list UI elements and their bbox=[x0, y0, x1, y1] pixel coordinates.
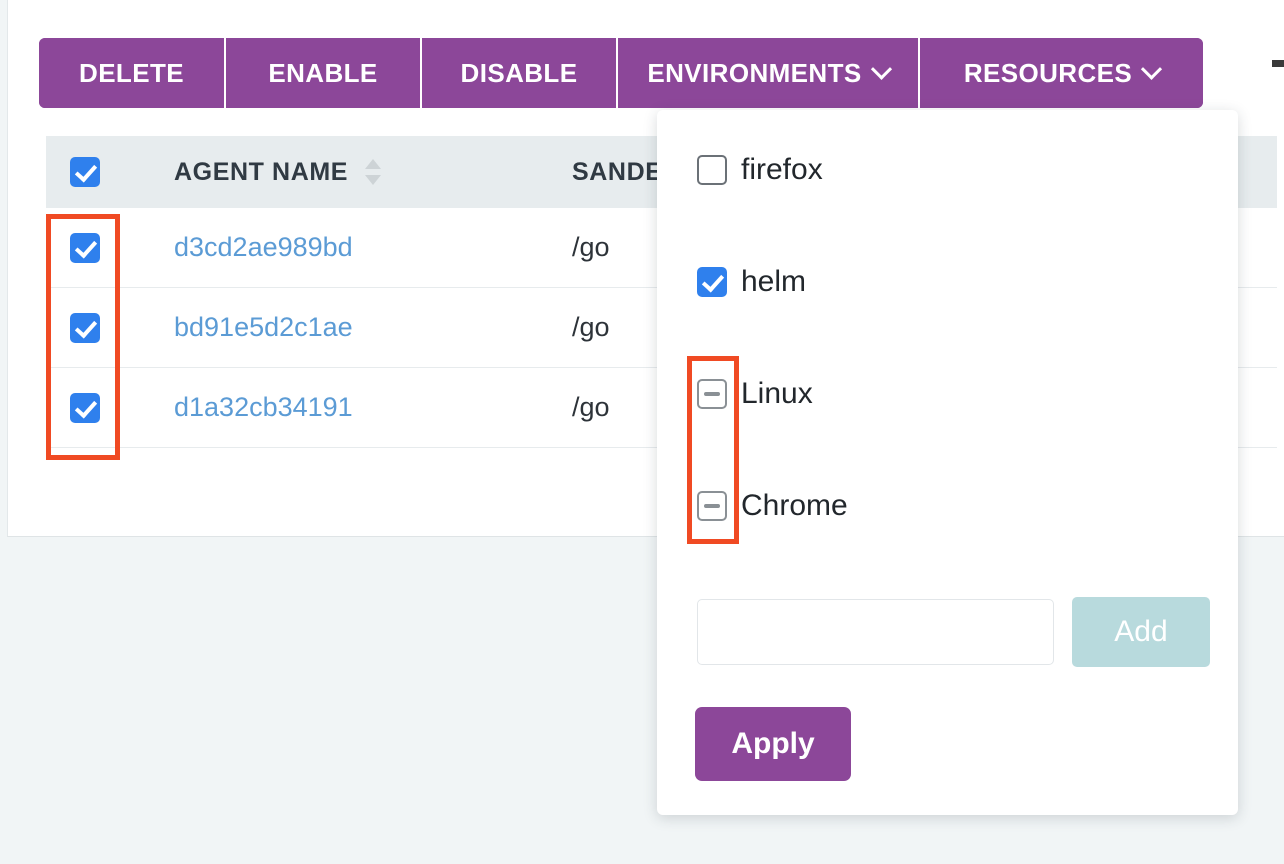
linux-label: Linux bbox=[741, 377, 813, 411]
agent-name-cell: bd91e5d2c1ae bbox=[174, 312, 572, 343]
add-environment-row: Add bbox=[697, 597, 1210, 667]
agent-name-header-cell[interactable]: AGENT NAME bbox=[174, 158, 572, 187]
sandbox-header-label: SANDE bbox=[572, 158, 663, 187]
sandbox-value: /go bbox=[572, 312, 610, 342]
delete-button[interactable]: DELETE bbox=[39, 38, 226, 108]
offscreen-edge-marker bbox=[1272, 60, 1284, 67]
resources-dropdown-button[interactable]: RESOURCES bbox=[920, 38, 1203, 108]
resources-button-label: RESOURCES bbox=[964, 58, 1132, 89]
helm-checkbox[interactable] bbox=[697, 267, 727, 297]
environments-dropdown-panel: firefox helm Linux Chrome Add Apply bbox=[657, 110, 1238, 815]
environments-button-label: ENVIRONMENTS bbox=[647, 58, 861, 89]
row-select-cell bbox=[46, 393, 174, 423]
agent-name-link[interactable]: d1a32cb34191 bbox=[174, 392, 353, 422]
add-environment-button[interactable]: Add bbox=[1072, 597, 1210, 667]
row-checkbox[interactable] bbox=[70, 313, 100, 343]
row-checkbox[interactable] bbox=[70, 233, 100, 263]
agent-name-link[interactable]: bd91e5d2c1ae bbox=[174, 312, 353, 342]
environments-dropdown-button[interactable]: ENVIRONMENTS bbox=[618, 38, 920, 108]
apply-button[interactable]: Apply bbox=[695, 707, 851, 781]
row-checkbox[interactable] bbox=[70, 393, 100, 423]
agent-name-cell: d3cd2ae989bd bbox=[174, 232, 572, 263]
sort-icon[interactable] bbox=[365, 159, 381, 185]
chrome-label: Chrome bbox=[741, 489, 848, 523]
firefox-label: firefox bbox=[741, 153, 823, 187]
select-all-cell bbox=[46, 157, 174, 187]
helm-label: helm bbox=[741, 265, 806, 299]
agent-name-cell: d1a32cb34191 bbox=[174, 392, 572, 423]
new-environment-input[interactable] bbox=[697, 599, 1054, 665]
sandbox-value: /go bbox=[572, 232, 610, 262]
dropdown-option-firefox[interactable]: firefox bbox=[697, 153, 823, 187]
firefox-checkbox[interactable] bbox=[697, 155, 727, 185]
agent-name-header-label: AGENT NAME bbox=[174, 158, 348, 187]
select-all-checkbox[interactable] bbox=[70, 157, 100, 187]
linux-checkbox[interactable] bbox=[697, 379, 727, 409]
dropdown-option-helm[interactable]: helm bbox=[697, 265, 806, 299]
disable-button[interactable]: DISABLE bbox=[422, 38, 618, 108]
dropdown-option-linux[interactable]: Linux bbox=[697, 377, 813, 411]
sandbox-value: /go bbox=[572, 392, 610, 422]
chevron-down-icon bbox=[871, 58, 892, 79]
action-toolbar: DELETE ENABLE DISABLE ENVIRONMENTS RESOU… bbox=[39, 38, 1203, 108]
enable-button-label: ENABLE bbox=[268, 58, 377, 89]
row-select-cell bbox=[46, 313, 174, 343]
row-select-cell bbox=[46, 233, 174, 263]
enable-button[interactable]: ENABLE bbox=[226, 38, 422, 108]
delete-button-label: DELETE bbox=[79, 58, 184, 89]
chrome-checkbox[interactable] bbox=[697, 491, 727, 521]
disable-button-label: DISABLE bbox=[461, 58, 578, 89]
agent-name-link[interactable]: d3cd2ae989bd bbox=[174, 232, 353, 262]
chevron-down-icon bbox=[1141, 58, 1162, 79]
dropdown-option-chrome[interactable]: Chrome bbox=[697, 489, 848, 523]
